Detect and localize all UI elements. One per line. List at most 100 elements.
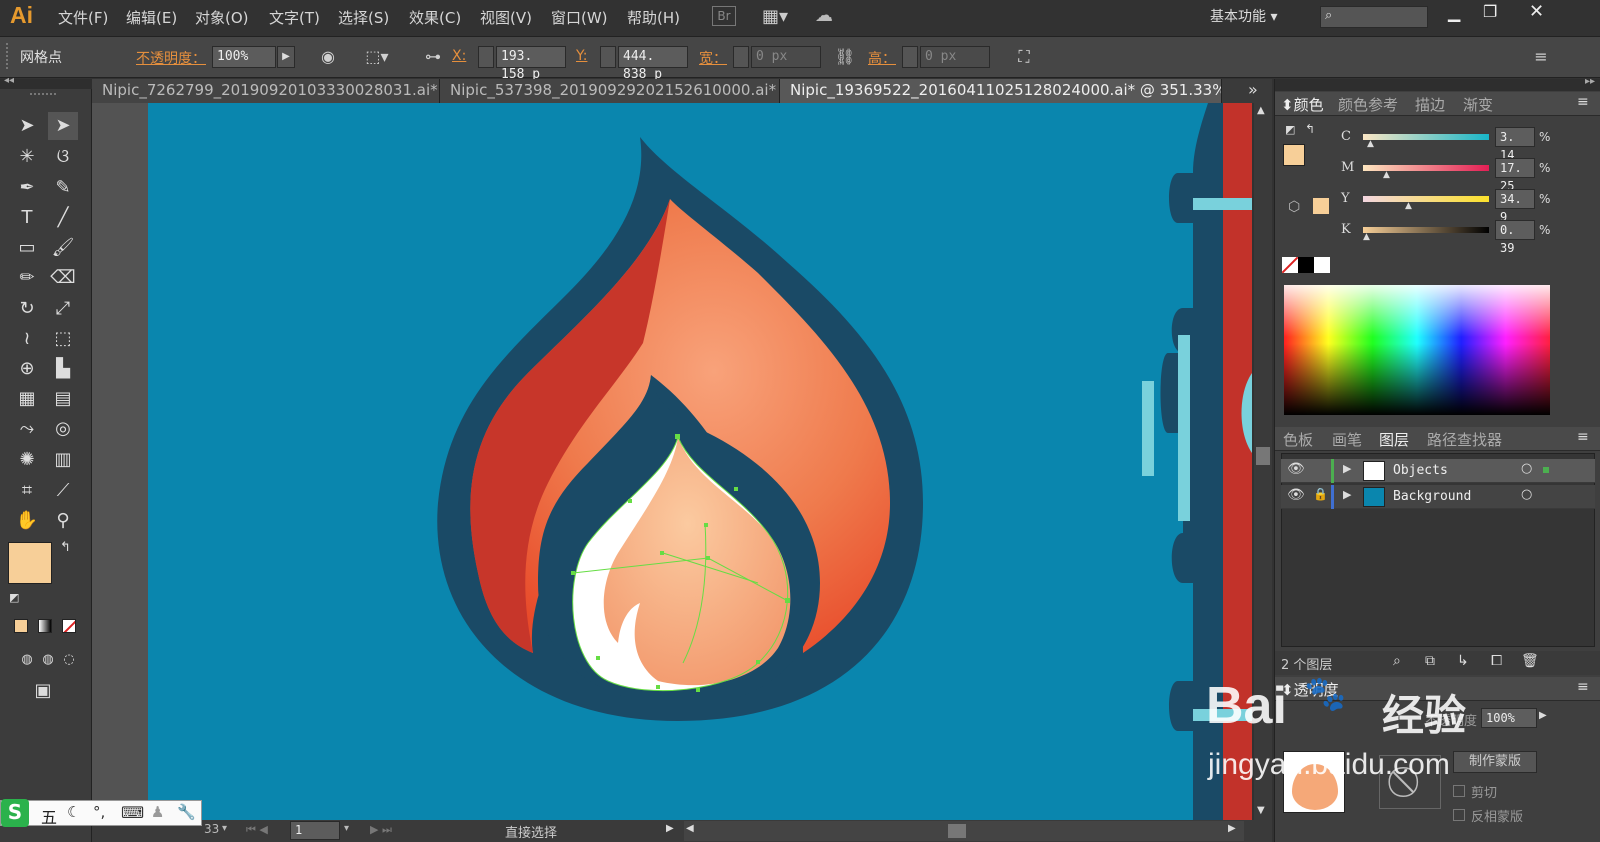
- ime-logo[interactable]: S: [1, 799, 29, 827]
- tabs-overflow-icon[interactable]: »: [1248, 80, 1258, 99]
- perspective-grid-icon[interactable]: ▙: [48, 355, 78, 383]
- menu-edit[interactable]: 编辑(E): [126, 7, 177, 28]
- default-colors-icon[interactable]: ◩: [9, 591, 19, 604]
- height-stepper[interactable]: [902, 46, 918, 68]
- visibility-eye-icon[interactable]: 👁: [1287, 461, 1305, 477]
- expand-dock-icon[interactable]: ▸▸: [1585, 76, 1595, 87]
- bridge-button[interactable]: Br: [712, 6, 736, 26]
- tab-layers[interactable]: 图层: [1379, 429, 1409, 450]
- shape-builder-icon[interactable]: ⊕: [12, 355, 42, 383]
- layer-name[interactable]: Background: [1393, 489, 1471, 504]
- menu-file[interactable]: 文件(F): [58, 7, 108, 28]
- panel-menu-icon[interactable]: ≡: [1577, 679, 1589, 695]
- visibility-eye-icon[interactable]: 👁: [1287, 487, 1305, 503]
- panel-menu-icon[interactable]: ≡: [1528, 45, 1554, 69]
- layer-row-objects[interactable]: 👁 ▶ Objects ○: [1281, 459, 1595, 483]
- artwork[interactable]: [148, 103, 1252, 820]
- width-tool-icon[interactable]: ≀: [12, 325, 42, 353]
- line-tool-icon[interactable]: ╱: [48, 204, 78, 232]
- rectangle-tool-icon[interactable]: ▭: [12, 234, 42, 262]
- make-clipping-mask-icon[interactable]: ⧉: [1425, 653, 1435, 669]
- collapse-icon[interactable]: ◂◂: [4, 75, 14, 86]
- tab-document-2[interactable]: Nipic_537398_20190929202152610000.ai*×: [440, 79, 780, 103]
- menu-view[interactable]: 视图(V): [480, 7, 532, 28]
- slice-tool-icon[interactable]: ⟋: [48, 477, 78, 505]
- menu-window[interactable]: 窗口(W): [551, 7, 608, 28]
- paintbrush-icon[interactable]: 🖌: [48, 234, 78, 262]
- channel-y-slider[interactable]: ▲: [1363, 196, 1489, 211]
- swap-fill-stroke-icon[interactable]: ↰: [60, 540, 71, 555]
- white-swatch[interactable]: [1314, 257, 1330, 273]
- last-artboard-icon[interactable]: ▶ ⏭: [370, 823, 392, 837]
- lock-icon[interactable]: 🔒: [1313, 487, 1328, 501]
- link-proportions-icon[interactable]: ⛓: [832, 45, 858, 69]
- first-artboard-icon[interactable]: ⏮ ◀: [246, 823, 268, 837]
- mesh-tool-icon[interactable]: ▦: [12, 385, 42, 413]
- tab-document-1[interactable]: Nipic_7262799_20190920103330028031.ai*×: [92, 79, 440, 103]
- slider-thumb-icon[interactable]: ▲: [1383, 170, 1390, 180]
- isolate-icon[interactable]: ⛶: [1011, 45, 1037, 69]
- opacity-dropdown-icon[interactable]: ▶: [277, 46, 295, 68]
- artboard-tool-icon[interactable]: ⌗: [12, 477, 42, 505]
- black-swatch[interactable]: [1298, 257, 1314, 273]
- artboard-dropdown-icon[interactable]: ▾: [344, 823, 349, 834]
- tab-stroke[interactable]: 描边: [1415, 94, 1445, 115]
- minimize-icon[interactable]: ▁: [1448, 3, 1460, 22]
- tab-pathfinder[interactable]: 路径查找器: [1427, 429, 1502, 450]
- none-mode-icon[interactable]: [62, 619, 76, 633]
- height-field[interactable]: 0 px: [920, 46, 990, 68]
- pen-tool-icon[interactable]: ✒: [12, 174, 42, 202]
- invert-mask-checkbox[interactable]: [1453, 809, 1465, 821]
- hand-tool-icon[interactable]: ✋: [12, 507, 42, 535]
- menu-effect[interactable]: 效果(C): [409, 7, 461, 28]
- menu-help[interactable]: 帮助(H): [627, 7, 680, 28]
- canvas-area[interactable]: [92, 103, 1252, 820]
- opacity-slider-icon[interactable]: ▶: [1539, 710, 1547, 721]
- menu-type[interactable]: 文字(T): [269, 7, 320, 28]
- direct-selection-tool-icon[interactable]: ➤: [48, 112, 78, 140]
- color-spectrum[interactable]: [1284, 285, 1550, 415]
- panel-menu-icon[interactable]: ≡: [1577, 429, 1589, 445]
- eyedropper-icon[interactable]: ⤳: [12, 415, 42, 443]
- x-stepper[interactable]: [478, 46, 494, 68]
- none-swatch[interactable]: [1282, 257, 1298, 273]
- width-label[interactable]: 宽：: [699, 48, 727, 68]
- create-sublayer-icon[interactable]: ↳: [1457, 653, 1469, 669]
- locate-object-icon[interactable]: ⌕: [1393, 653, 1401, 669]
- artboard-number-field[interactable]: 1: [290, 821, 340, 840]
- slider-thumb-icon[interactable]: ▲: [1367, 139, 1374, 149]
- punctuation-icon[interactable]: °,: [93, 803, 105, 821]
- color-mode-icon[interactable]: [14, 619, 28, 633]
- opacity-field[interactable]: 100%: [212, 46, 276, 68]
- restore-icon[interactable]: ❐: [1483, 2, 1497, 21]
- zoom-value[interactable]: 33: [204, 822, 219, 836]
- width-stepper[interactable]: [733, 46, 749, 68]
- user-icon[interactable]: ♟: [151, 803, 164, 821]
- tab-document-3[interactable]: Nipic_19369522_20160411025128024000.ai* …: [780, 79, 1222, 103]
- arrange-documents-icon[interactable]: ▦▾: [762, 6, 788, 27]
- y-field[interactable]: 444. 838 p: [618, 46, 688, 82]
- default-colors-icon[interactable]: ◩: [1285, 123, 1295, 136]
- type-tool-icon[interactable]: T: [12, 204, 42, 232]
- gradient-mode-icon[interactable]: [38, 619, 52, 633]
- scroll-left-icon[interactable]: ◀: [686, 823, 694, 834]
- eraser-icon[interactable]: ⌫: [48, 264, 78, 292]
- anchor-point-icon[interactable]: ⊶: [420, 45, 446, 69]
- lasso-icon[interactable]: ଓ: [48, 143, 78, 171]
- target-icon[interactable]: ○: [1521, 461, 1532, 476]
- free-transform-icon[interactable]: ⬚: [48, 325, 78, 353]
- scale-tool-icon[interactable]: ⤢: [48, 295, 78, 323]
- x-label[interactable]: X:: [452, 48, 466, 64]
- blend-tool-icon[interactable]: ◎: [48, 415, 78, 443]
- curvature-tool-icon[interactable]: ✎: [48, 174, 78, 202]
- magic-wand-icon[interactable]: ✳: [12, 143, 42, 171]
- width-field[interactable]: 0 px: [751, 46, 821, 68]
- graph-tool-icon[interactable]: ▥: [48, 446, 78, 474]
- sync-settings-icon[interactable]: ☁: [815, 5, 833, 26]
- opacity-label[interactable]: 不透明度：: [136, 48, 206, 68]
- symbol-sprayer-icon[interactable]: ✺: [12, 446, 42, 474]
- align-to-icon[interactable]: ⬚▾: [364, 45, 390, 69]
- scroll-right-icon[interactable]: ▶: [1228, 823, 1236, 834]
- half-width-icon[interactable]: ☾: [67, 803, 80, 821]
- out-of-gamut-icon[interactable]: ⬡: [1288, 199, 1300, 215]
